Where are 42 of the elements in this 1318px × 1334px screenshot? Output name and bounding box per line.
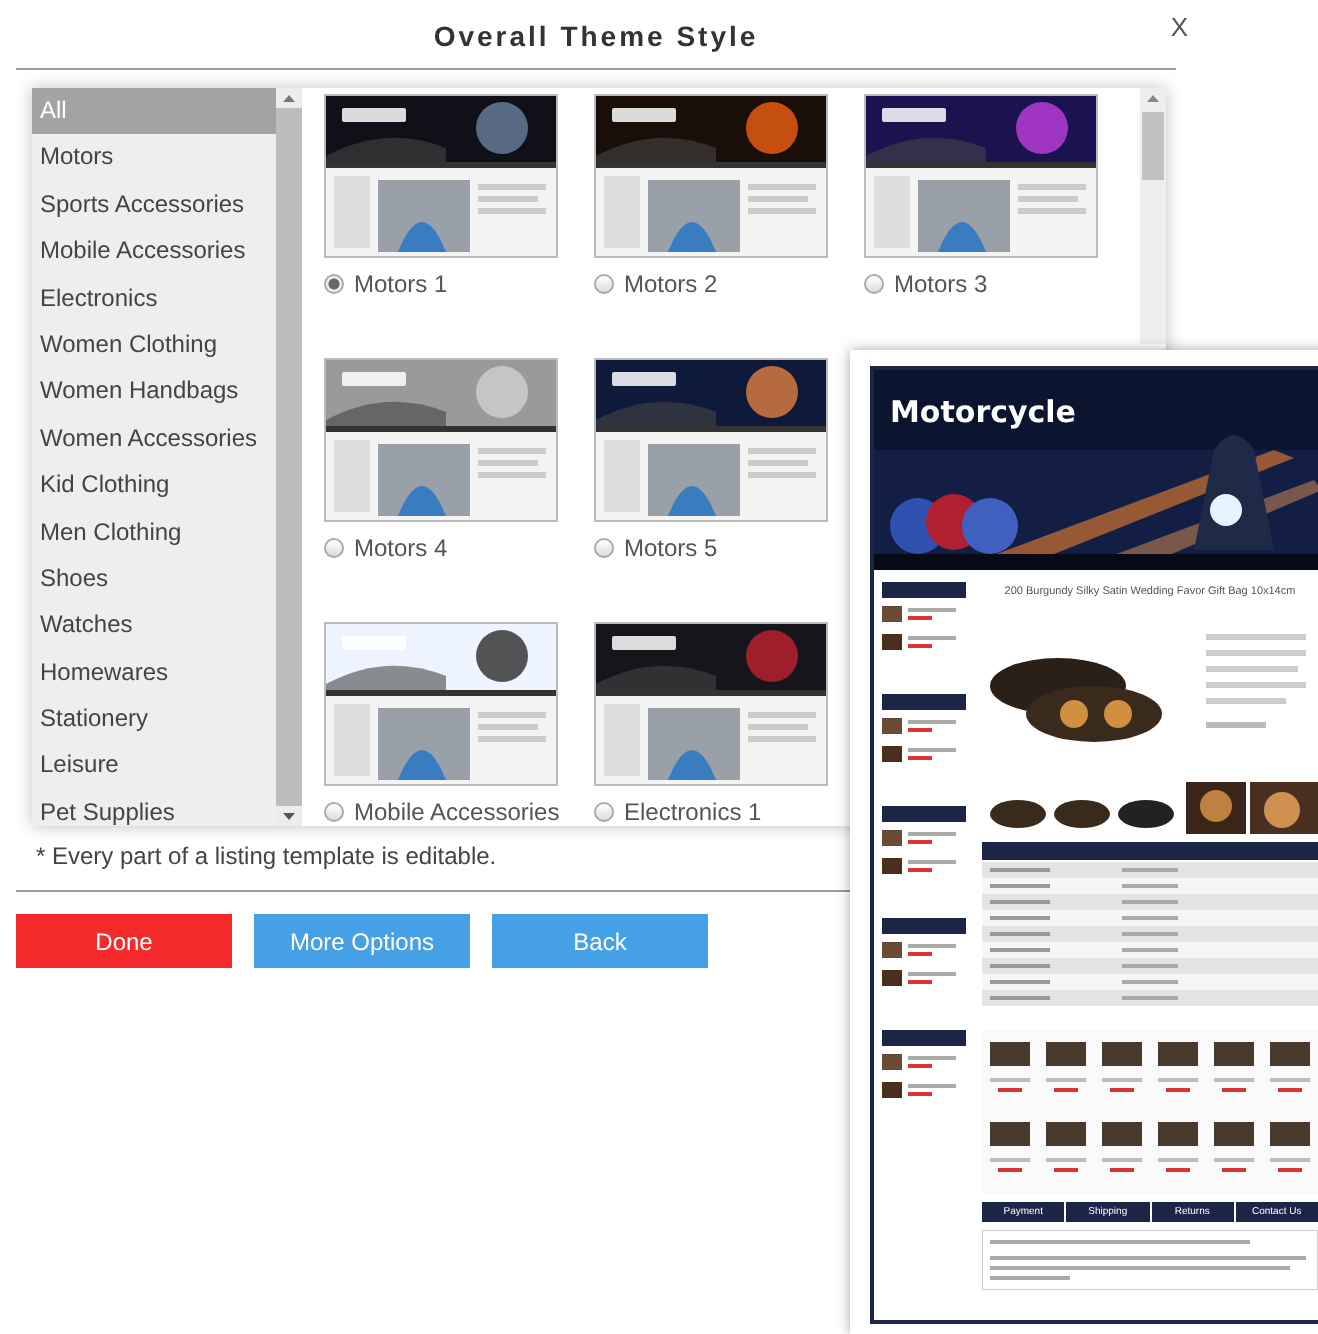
category-item[interactable]: Shoes <box>32 555 276 603</box>
close-button[interactable]: X <box>1166 12 1192 42</box>
theme-radio[interactable]: Motors 4 <box>324 534 554 562</box>
theme-radio[interactable]: Motors 2 <box>594 270 824 298</box>
theme-label: Electronics 1 <box>624 798 762 826</box>
category-item[interactable]: Electronics <box>32 275 276 322</box>
theme-radio[interactable]: Electronics 1 <box>594 798 824 826</box>
category-item[interactable]: Sports Accessories <box>32 181 276 229</box>
category-item[interactable]: Stationery <box>32 696 276 743</box>
theme-label: Motors 3 <box>894 270 988 298</box>
scroll-thumb[interactable] <box>1142 112 1164 180</box>
category-item[interactable]: Leisure <box>32 742 276 790</box>
theme-radio[interactable]: Motors 1 <box>324 270 554 298</box>
theme-label: Mobile Accessories <box>354 798 560 826</box>
category-item[interactable]: Motors <box>32 134 276 182</box>
category-item[interactable]: Women Handbags <box>32 368 276 416</box>
category-item[interactable]: Men Clothing <box>32 509 276 556</box>
theme-radio[interactable]: Mobile Accessories <box>324 798 554 826</box>
category-item[interactable]: Pet Supplies <box>32 789 276 826</box>
radio-button[interactable] <box>864 274 884 294</box>
theme-label: Motors 2 <box>624 270 718 298</box>
theme-radio[interactable]: Motors 3 <box>864 270 1094 298</box>
category-item[interactable]: Women Accessories <box>32 415 276 463</box>
category-item[interactable]: Homewares <box>32 649 276 697</box>
radio-button[interactable] <box>594 802 614 822</box>
radio-button[interactable] <box>594 538 614 558</box>
radio-button[interactable] <box>324 274 344 294</box>
dialog-title: Overall Theme Style <box>433 20 759 52</box>
scrollbar[interactable] <box>1140 88 1166 344</box>
action-button[interactable]: Done <box>16 914 232 968</box>
theme-label: Motors 4 <box>354 534 448 562</box>
preview-logo: Motorcycle <box>890 394 1076 430</box>
category-item[interactable]: Mobile Accessories <box>32 228 276 276</box>
category-item[interactable]: Watches <box>32 602 276 650</box>
category-item[interactable]: Kid Clothing <box>32 462 276 510</box>
theme-label: Motors 1 <box>354 270 448 298</box>
theme-label: Motors 5 <box>624 534 718 562</box>
radio-button[interactable] <box>324 802 344 822</box>
category-item[interactable]: Women Clothing <box>32 321 276 369</box>
theme-radio[interactable]: Motors 5 <box>594 534 824 562</box>
radio-button[interactable] <box>594 274 614 294</box>
radio-button[interactable] <box>324 538 344 558</box>
